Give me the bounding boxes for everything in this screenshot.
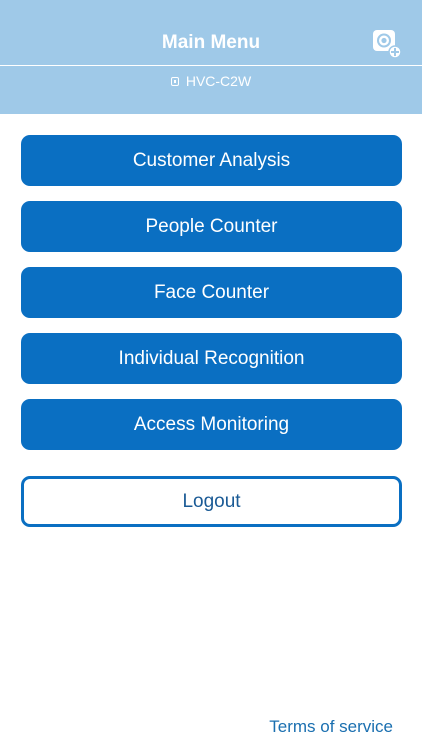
terms-of-service-link[interactable]: Terms of service bbox=[269, 717, 393, 737]
access-monitoring-button[interactable]: Access Monitoring bbox=[21, 399, 402, 450]
device-icon bbox=[170, 76, 179, 86]
header-bar: Main Menu HVC-C2W bbox=[0, 0, 422, 114]
page-title: Main Menu bbox=[161, 32, 261, 53]
header-divider bbox=[0, 65, 422, 66]
face-counter-button[interactable]: Face Counter bbox=[21, 267, 402, 318]
people-counter-button[interactable]: People Counter bbox=[21, 201, 402, 252]
individual-recognition-button[interactable]: Individual Recognition bbox=[21, 333, 402, 384]
customer-analysis-button[interactable]: Customer Analysis bbox=[21, 135, 402, 186]
camera-add-icon bbox=[373, 30, 402, 59]
main-menu: Customer Analysis People Counter Face Co… bbox=[21, 135, 402, 465]
device-label: HVC-C2W bbox=[0, 71, 422, 91]
device-name: HVC-C2W bbox=[185, 73, 252, 89]
add-camera-button[interactable] bbox=[372, 29, 402, 59]
logout-button[interactable]: Logout bbox=[21, 476, 402, 527]
